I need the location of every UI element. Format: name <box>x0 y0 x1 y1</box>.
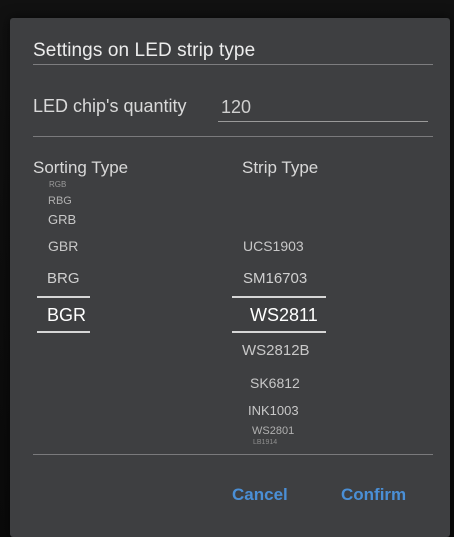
strip-option[interactable]: UCS1903 <box>243 238 304 254</box>
sorting-type-header: Sorting Type <box>33 158 129 177</box>
sorting-option[interactable]: GBR <box>48 238 78 254</box>
quantity-input[interactable] <box>218 94 428 122</box>
sorting-option[interactable]: RBG <box>48 195 72 207</box>
strip-option[interactable]: LB1914 <box>253 439 277 446</box>
title-divider <box>33 64 433 65</box>
sorting-selection-top-line <box>37 296 90 298</box>
strip-selection-bottom-line <box>232 331 326 333</box>
picker-bottom-divider <box>33 454 433 455</box>
strip-selection-top-line <box>232 296 326 298</box>
quantity-divider <box>33 136 433 137</box>
strip-option[interactable]: WS2801 <box>252 425 294 437</box>
confirm-button[interactable]: Confirm <box>341 485 406 505</box>
quantity-label: LED chip's quantity <box>33 96 187 116</box>
sorting-option[interactable]: BRG <box>47 270 80 287</box>
led-strip-settings-dialog: Settings on LED strip type LED chip's qu… <box>10 18 450 537</box>
sorting-selection-bottom-line <box>37 331 90 333</box>
dialog-title: Settings on LED strip type <box>33 40 256 61</box>
sorting-option[interactable]: GRB <box>48 212 76 227</box>
sorting-option-selected[interactable]: BGR <box>47 305 86 326</box>
cancel-button[interactable]: Cancel <box>232 485 288 505</box>
strip-option[interactable]: INK1003 <box>248 403 299 418</box>
strip-option-selected[interactable]: WS2811 <box>250 305 318 326</box>
strip-option[interactable]: WS2812B <box>242 342 310 359</box>
sorting-option[interactable]: RGB <box>49 180 66 189</box>
strip-option[interactable]: SM16703 <box>243 270 307 287</box>
strip-option[interactable]: SK6812 <box>250 375 300 391</box>
strip-type-header: Strip Type <box>242 158 319 177</box>
